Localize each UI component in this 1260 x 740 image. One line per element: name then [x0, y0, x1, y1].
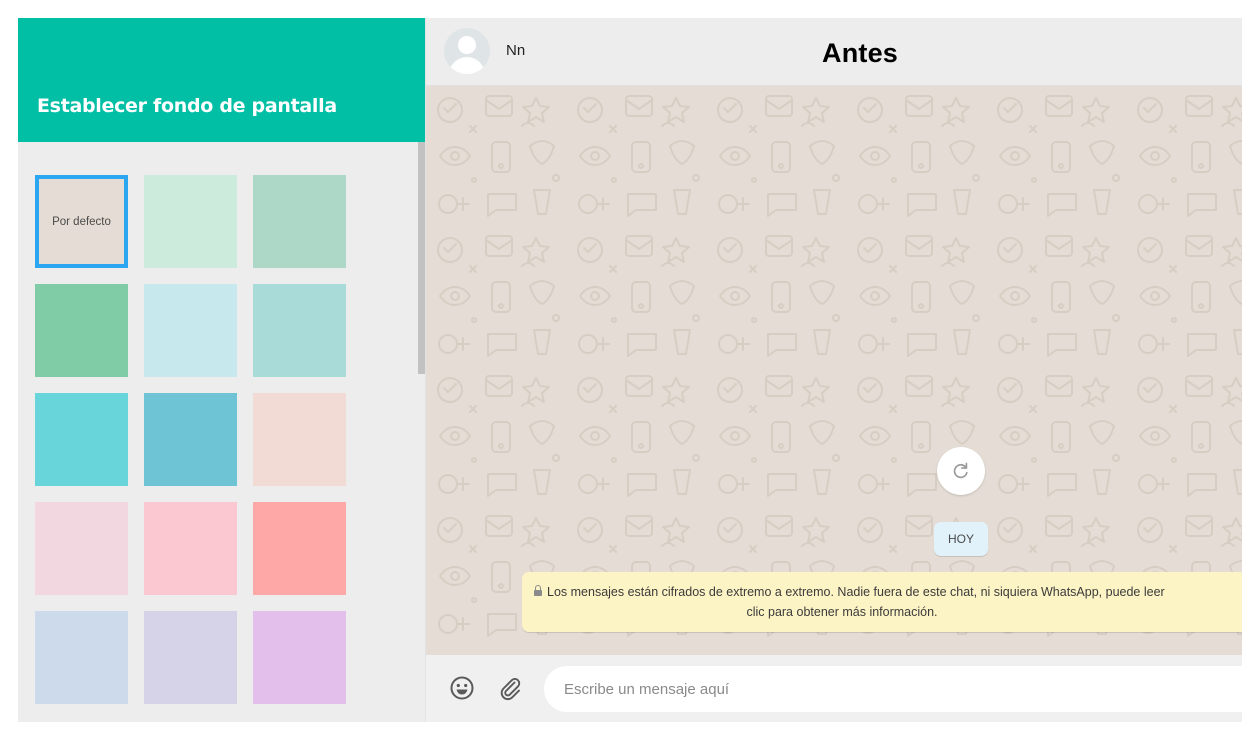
- message-input[interactable]: [544, 666, 1242, 712]
- chat-header: Nn Antes: [426, 18, 1242, 86]
- encryption-notice-line-1: Los mensajes están cifrados de extremo a…: [534, 582, 1165, 602]
- wallpaper-swatch[interactable]: [144, 502, 237, 595]
- wallpaper-swatch[interactable]: [253, 611, 346, 704]
- default-avatar-icon[interactable]: [444, 28, 490, 74]
- wallpaper-swatch[interactable]: [253, 175, 346, 268]
- chat-panel: Nn Antes HOY Los mensajes están cifrados…: [426, 18, 1242, 722]
- encryption-notice-line-2: clic para obtener más información.: [746, 605, 938, 619]
- refresh-icon: [953, 462, 968, 479]
- wallpaper-swatch[interactable]: [35, 284, 128, 377]
- wallpaper-swatch[interactable]: [253, 393, 346, 486]
- wallpaper-swatch[interactable]: [35, 611, 128, 704]
- date-divider-chip: HOY: [934, 522, 988, 556]
- avatar-body-shape: [449, 57, 485, 74]
- wallpaper-swatch-grid: Por defecto: [35, 175, 346, 704]
- chat-messages-area: HOY Los mensajes están cifrados de extre…: [426, 86, 1242, 655]
- wallpaper-swatch-label: Por defecto: [52, 215, 111, 228]
- refresh-button[interactable]: [937, 447, 985, 495]
- encryption-notice-text-1: Los mensajes están cifrados de extremo a…: [547, 585, 1165, 599]
- message-composer: [426, 655, 1242, 722]
- wallpaper-swatch[interactable]: [35, 393, 128, 486]
- wallpaper-swatch[interactable]: [253, 284, 346, 377]
- paperclip-icon[interactable]: [496, 674, 524, 702]
- wallpaper-panel-scrollbar[interactable]: [418, 142, 425, 374]
- wallpaper-swatch[interactable]: [144, 284, 237, 377]
- wallpaper-swatch[interactable]: [144, 175, 237, 268]
- wallpaper-swatch-default[interactable]: Por defecto: [35, 175, 128, 268]
- smiley-icon[interactable]: [448, 674, 476, 702]
- overlay-title: Antes: [822, 38, 899, 68]
- wallpaper-doodle-pattern: [426, 86, 1242, 655]
- wallpaper-panel-title: Establecer fondo de pantalla: [37, 95, 337, 117]
- encryption-notice[interactable]: Los mensajes están cifrados de extremo a…: [522, 572, 1242, 632]
- wallpaper-swatch[interactable]: [253, 502, 346, 595]
- whatsapp-window: Establecer fondo de pantalla Por defecto…: [18, 18, 1242, 722]
- wallpaper-panel: Establecer fondo de pantalla Por defecto: [18, 18, 426, 722]
- lock-icon: [534, 585, 542, 596]
- wallpaper-panel-header: Establecer fondo de pantalla: [18, 18, 425, 142]
- avatar-head-shape: [458, 36, 476, 54]
- contact-name[interactable]: Nn: [506, 42, 525, 59]
- wallpaper-swatch[interactable]: [35, 502, 128, 595]
- wallpaper-swatch[interactable]: [144, 393, 237, 486]
- wallpaper-swatch[interactable]: [144, 611, 237, 704]
